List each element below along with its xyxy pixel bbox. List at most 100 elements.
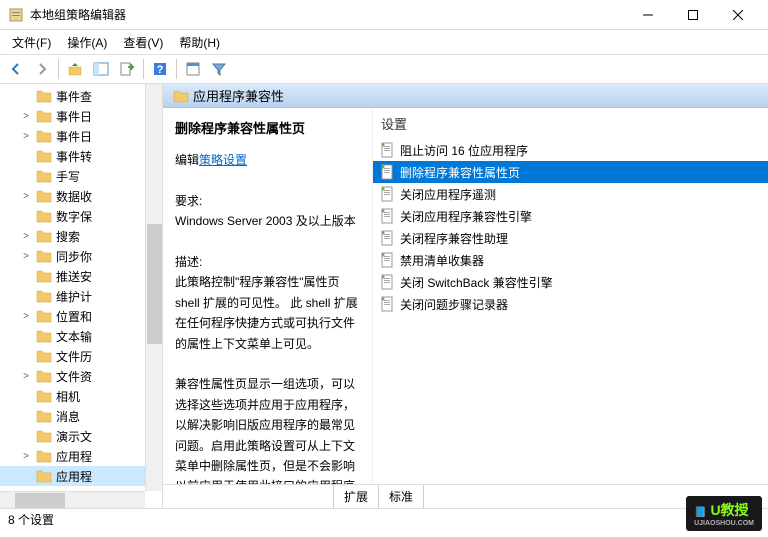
up-button[interactable] — [63, 57, 87, 81]
minimize-button[interactable] — [625, 1, 670, 29]
description-p2: 兼容性属性页显示一组选项，可以选择这些选项并应用于应用程序，以解决影响旧版应用程… — [175, 374, 360, 484]
setting-item[interactable]: 关闭 SwitchBack 兼容性引擎 — [373, 271, 768, 293]
properties-button[interactable] — [181, 57, 205, 81]
setting-item-label: 删除程序兼容性属性页 — [400, 164, 520, 181]
requirement-value: Windows Server 2003 及以上版本 — [175, 211, 360, 231]
expand-toggle-icon[interactable]: > — [20, 231, 32, 242]
menu-action[interactable]: 操作(A) — [59, 32, 115, 53]
tree-item[interactable]: 事件转 — [0, 146, 162, 166]
tree-vscrollbar[interactable] — [145, 84, 162, 491]
tree-item[interactable]: > 文件资 — [0, 366, 162, 386]
expand-toggle-icon[interactable]: > — [20, 111, 32, 122]
tree-item[interactable]: 演示文 — [0, 426, 162, 446]
detail-title: 删除程序兼容性属性页 — [175, 118, 360, 140]
back-button[interactable] — [4, 57, 28, 81]
tree-item-label: 数据收 — [56, 188, 92, 205]
setting-item-label: 关闭问题步骤记录器 — [400, 296, 508, 313]
tab-standard[interactable]: 标准 — [378, 485, 424, 508]
edit-link-row: 编辑策略设置 — [175, 150, 360, 170]
show-hide-tree-button[interactable] — [89, 57, 113, 81]
tree-item[interactable]: > 事件日 — [0, 126, 162, 146]
main-area: 事件查>事件日>事件日事件转手写>数据收数字保>搜索>同步你推送安维护计>位置和… — [0, 84, 768, 508]
tree-item[interactable]: 相机 — [0, 386, 162, 406]
menu-file[interactable]: 文件(F) — [4, 32, 59, 53]
setting-item-label: 关闭 SwitchBack 兼容性引擎 — [400, 274, 553, 291]
tree-item-label: 文件资 — [56, 368, 92, 385]
tree-item[interactable]: 消息 — [0, 406, 162, 426]
setting-item[interactable]: 关闭应用程序遥测 — [373, 183, 768, 205]
tree-item-label: 维护计 — [56, 288, 92, 305]
toolbar-separator — [143, 59, 144, 79]
tree-item[interactable]: > 同步你 — [0, 246, 162, 266]
tree-item-label: 事件日 — [56, 128, 92, 145]
setting-item[interactable]: 删除程序兼容性属性页 — [373, 161, 768, 183]
export-button[interactable] — [115, 57, 139, 81]
expand-toggle-icon[interactable]: > — [20, 131, 32, 142]
status-text: 8 个设置 — [8, 511, 54, 528]
tree-hscrollbar[interactable] — [0, 491, 145, 508]
tree-item[interactable]: > 搜索 — [0, 226, 162, 246]
expand-toggle-icon[interactable]: > — [20, 251, 32, 262]
tree-item-label: 演示文 — [56, 428, 92, 445]
tree-item-label: 推送安 — [56, 268, 92, 285]
menu-view[interactable]: 查看(V) — [115, 32, 171, 53]
tree-item-label: 手写 — [56, 168, 80, 185]
settings-panel: 设置 阻止访问 16 位应用程序删除程序兼容性属性页关闭应用程序遥测关闭应用程序… — [373, 108, 768, 484]
tree-item[interactable]: > 数据收 — [0, 186, 162, 206]
setting-item[interactable]: 阻止访问 16 位应用程序 — [373, 139, 768, 161]
requirement-label: 要求: — [175, 191, 360, 211]
policy-settings-link[interactable]: 策略设置 — [199, 153, 247, 167]
settings-header[interactable]: 设置 — [373, 108, 768, 139]
forward-button[interactable] — [30, 57, 54, 81]
setting-item[interactable]: 关闭问题步骤记录器 — [373, 293, 768, 315]
tree-item[interactable]: 维护计 — [0, 286, 162, 306]
filter-button[interactable] — [207, 57, 231, 81]
tree-item[interactable]: 文本输 — [0, 326, 162, 346]
description-p1: 此策略控制"程序兼容性"属性页 shell 扩展的可见性。 此 shell 扩展… — [175, 272, 360, 354]
watermark: 📘 U教授 UJIAOSHOU.COM — [686, 496, 762, 531]
titlebar: 本地组策略编辑器 — [0, 0, 768, 30]
tree-item-label: 搜索 — [56, 228, 80, 245]
tree-item-label: 相机 — [56, 388, 80, 405]
statusbar: 8 个设置 — [0, 508, 768, 530]
tree-item[interactable]: >事件日 — [0, 106, 162, 126]
tree-item-label: 事件转 — [56, 148, 92, 165]
tree-item-label: 同步你 — [56, 248, 92, 265]
tree-item[interactable]: > 应用程 — [0, 446, 162, 466]
view-tabs: 扩展 标准 — [163, 484, 768, 508]
tree-panel: 事件查>事件日>事件日事件转手写>数据收数字保>搜索>同步你推送安维护计>位置和… — [0, 84, 163, 508]
expand-toggle-icon[interactable]: > — [20, 191, 32, 202]
description-label: 描述: — [175, 252, 360, 272]
close-button[interactable] — [715, 1, 760, 29]
setting-item[interactable]: 关闭程序兼容性助理 — [373, 227, 768, 249]
expand-toggle-icon[interactable]: > — [20, 311, 32, 322]
tree-item[interactable]: 数字保 — [0, 206, 162, 226]
tree-item[interactable]: 推送安 — [0, 266, 162, 286]
setting-item-label: 关闭应用程序兼容性引擎 — [400, 208, 532, 225]
tree-item[interactable]: > 位置和 — [0, 306, 162, 326]
expand-toggle-icon[interactable]: > — [20, 451, 32, 462]
tree-item[interactable]: 手写 — [0, 166, 162, 186]
toolbar-separator — [176, 59, 177, 79]
window-title: 本地组策略编辑器 — [30, 6, 625, 23]
folder-icon — [173, 89, 189, 103]
detail-panel: 删除程序兼容性属性页 编辑策略设置 要求: Windows Server 200… — [163, 108, 373, 484]
tree-item[interactable]: 文件历 — [0, 346, 162, 366]
app-icon — [8, 7, 24, 23]
navigation-tree[interactable]: 事件查>事件日>事件日事件转手写>数据收数字保>搜索>同步你推送安维护计>位置和… — [0, 84, 162, 488]
setting-item[interactable]: 禁用清单收集器 — [373, 249, 768, 271]
tab-extended[interactable]: 扩展 — [333, 485, 379, 508]
toolbar-separator — [58, 59, 59, 79]
maximize-button[interactable] — [670, 1, 715, 29]
tree-item-label: 文件历 — [56, 348, 92, 365]
tree-item-label: 应用程 — [56, 448, 92, 465]
tree-item[interactable]: 事件查 — [0, 86, 162, 106]
tree-item-label: 位置和 — [56, 308, 92, 325]
content-header: 应用程序兼容性 — [163, 84, 768, 108]
tree-item-label: 文本输 — [56, 328, 92, 345]
tree-item[interactable]: 应用程 — [0, 466, 162, 486]
expand-toggle-icon[interactable]: > — [20, 371, 32, 382]
help-button[interactable]: ? — [148, 57, 172, 81]
setting-item[interactable]: 关闭应用程序兼容性引擎 — [373, 205, 768, 227]
menu-help[interactable]: 帮助(H) — [171, 32, 228, 53]
